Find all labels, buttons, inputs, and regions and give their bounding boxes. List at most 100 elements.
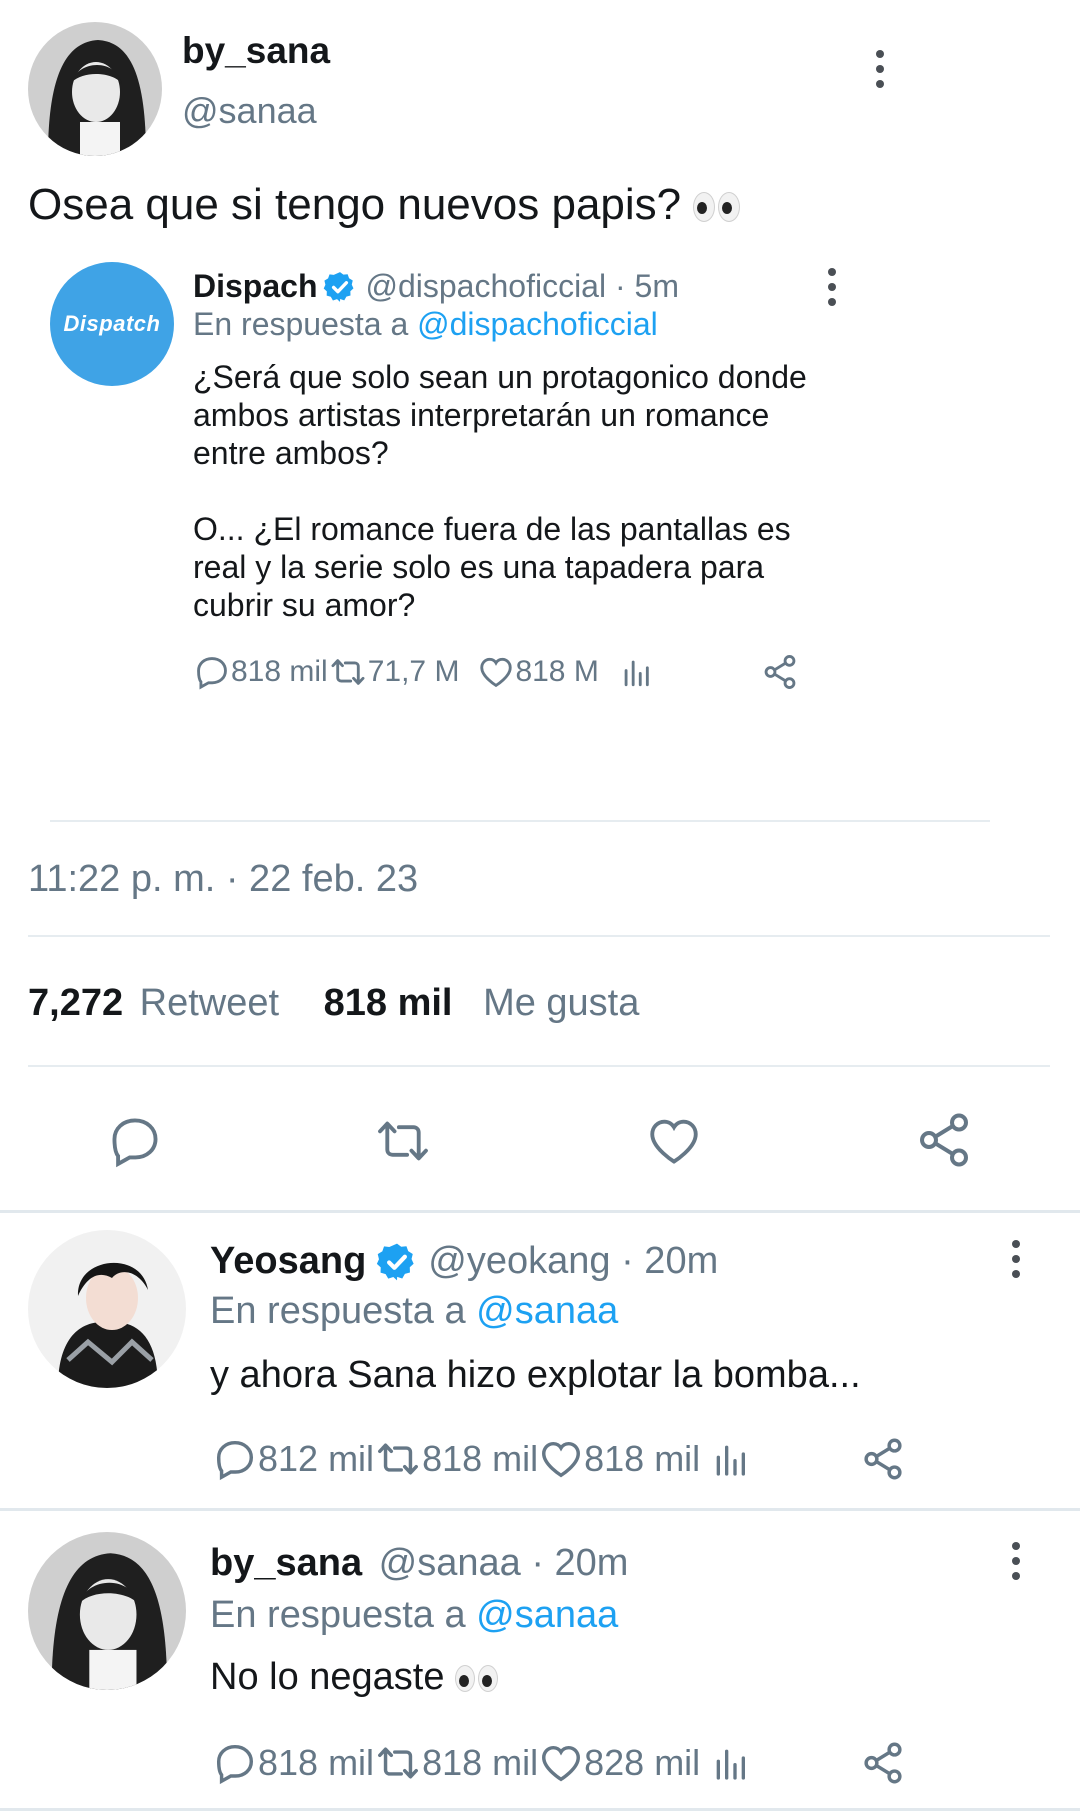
retweets-stat[interactable]: 7,272 Retweet [28, 982, 290, 1024]
retweet-icon [331, 659, 365, 685]
tweet-stats: 7,272 Retweet 818 mil Me gusta [28, 982, 639, 1025]
reply-header: Yeosang @yeokang · 20m [210, 1240, 718, 1283]
reply-icon [216, 1744, 254, 1785]
reply-reply-button[interactable]: 818 mil [212, 1740, 374, 1786]
reply-text-content: No lo negaste [210, 1656, 445, 1698]
reply-avatar[interactable] [28, 1532, 186, 1690]
reply-display-name[interactable]: by_sana [210, 1542, 362, 1584]
analytics-icon[interactable] [710, 1743, 750, 1783]
reply-more-options-icon[interactable] [1006, 1542, 1026, 1580]
reply-reply-count: 818 mil [258, 1742, 375, 1783]
tweet-text-content: Osea que si tengo nuevos papis? [28, 180, 682, 229]
main-like-button[interactable] [644, 1112, 704, 1175]
reply-action-bar: 812 mil 818 mil 818 mil [212, 1436, 906, 1482]
analytics-icon[interactable] [619, 655, 653, 689]
verified-badge-icon [324, 271, 354, 302]
reply-prefix: En respuesta a [210, 1290, 466, 1332]
reply-to-link[interactable]: @sanaa [476, 1290, 618, 1332]
retweet-icon [378, 1443, 418, 1475]
reply-prefix: En respuesta a [210, 1594, 466, 1636]
bottom-divider [0, 1808, 1080, 1811]
tweet-text: Osea que si tengo nuevos papis? [28, 180, 741, 230]
reply-reply-button[interactable]: 812 mil [212, 1436, 374, 1482]
analytics-icon[interactable] [710, 1439, 750, 1479]
reply-divider [0, 1508, 1080, 1511]
reply-retweet-button[interactable]: 818 mil [374, 1436, 538, 1482]
share-icon[interactable] [761, 653, 799, 691]
like-icon [542, 1745, 581, 1782]
reply-handle-time[interactable]: @sanaa · 20m [379, 1542, 629, 1584]
dispatch-logo-text: Dispatch [63, 311, 161, 336]
quoted-tweet-header: Dispach @dispachoficcial · 5m [193, 268, 679, 305]
quoted-like-button[interactable]: 818 M [477, 653, 599, 691]
main-reply-button[interactable] [106, 1112, 164, 1175]
likes-count: 818 mil [323, 982, 453, 1024]
quoted-tweet-divider [50, 820, 990, 822]
reply-to-link[interactable]: @dispachoficcial [417, 306, 658, 342]
quoted-action-bar: 818 mil 71,7 M 818 M [193, 652, 799, 692]
stats-divider [28, 1065, 1050, 1067]
reply-to-link[interactable]: @sanaa [476, 1594, 618, 1636]
quoted-reply-button[interactable]: 818 mil [193, 653, 328, 691]
likes-label: Me gusta [483, 982, 640, 1024]
reply-like-count: 818 mil [584, 1438, 701, 1479]
retweet-icon [378, 1747, 418, 1779]
quoted-handle-time[interactable]: @dispachoficcial · 5m [365, 268, 678, 305]
quoted-retweet-count: 71,7 M [367, 655, 460, 688]
reply-more-options-icon[interactable] [1006, 1240, 1026, 1278]
like-icon [480, 657, 513, 688]
quoted-like-count: 818 M [515, 655, 599, 688]
more-options-icon[interactable] [870, 50, 890, 88]
eyes-emoji-icon [693, 192, 741, 223]
avatar-photo [28, 1230, 186, 1388]
main-retweet-button[interactable] [370, 1112, 436, 1175]
quoted-more-options-icon[interactable] [822, 268, 842, 306]
share-icon[interactable] [860, 1436, 906, 1482]
reply-action-bar: 818 mil 818 mil 828 mil [212, 1740, 906, 1786]
likes-stat[interactable]: 818 mil Me gusta [324, 982, 640, 1024]
avatar-photo [28, 1532, 186, 1690]
retweets-count: 7,272 [28, 982, 124, 1024]
reply-like-button[interactable]: 828 mil [538, 1740, 700, 1786]
reply-prefix: En respuesta a [193, 306, 409, 342]
reply-retweet-count: 818 mil [422, 1438, 539, 1479]
share-icon [920, 1113, 968, 1167]
timestamp-divider [28, 935, 1050, 937]
dispatch-logo-avatar[interactable]: Dispatch [50, 262, 174, 386]
verified-badge-icon [377, 1243, 414, 1280]
author-handle[interactable]: @sanaa [182, 90, 317, 132]
retweets-label: Retweet [139, 982, 280, 1024]
reply-like-button[interactable]: 818 mil [538, 1436, 700, 1482]
reply-avatar[interactable] [28, 1230, 186, 1388]
like-icon [542, 1441, 581, 1478]
like-icon [650, 1119, 698, 1164]
tweet-timestamp[interactable]: 11:22 p. m. · 22 feb. 23 [28, 858, 418, 901]
share-icon[interactable] [860, 1740, 906, 1786]
reply-like-count: 828 mil [584, 1742, 701, 1783]
reply-text: No lo negaste [210, 1656, 499, 1699]
retweet-icon [378, 1121, 428, 1161]
eyes-emoji-icon [455, 1665, 499, 1693]
quoted-display-name[interactable]: Dispach [193, 268, 317, 305]
reply-retweet-button[interactable]: 818 mil [374, 1740, 538, 1786]
reply-context: En respuesta a @sanaa [210, 1290, 618, 1333]
avatar-photo [28, 22, 162, 156]
reply-handle-time[interactable]: @yeokang · 20m [428, 1240, 718, 1283]
reply-text: y ahora Sana hizo explotar la bomba... [210, 1354, 861, 1396]
quoted-retweet-button[interactable]: 71,7 M [328, 653, 460, 691]
author-avatar[interactable] [28, 22, 162, 156]
reply-header: by_sana @sanaa · 20m [210, 1542, 628, 1585]
author-display-name[interactable]: by_sana [182, 30, 330, 72]
reply-retweet-count: 818 mil [422, 1742, 539, 1783]
reply-reply-count: 812 mil [258, 1438, 375, 1479]
quoted-reply-context: En respuesta a @dispachoficcial [193, 306, 658, 343]
quoted-tweet-paragraph-2: O... ¿El romance fuera de las pantallas … [193, 511, 791, 623]
reply-display-name[interactable]: Yeosang [210, 1240, 366, 1283]
reply-icon [112, 1118, 158, 1168]
quoted-reply-count: 818 mil [231, 655, 328, 688]
main-share-button[interactable] [914, 1110, 974, 1175]
reply-context: En respuesta a @sanaa [210, 1594, 618, 1637]
reply-icon [216, 1440, 254, 1481]
reply-icon [197, 657, 227, 690]
tweet-thread-divider [0, 1210, 1080, 1213]
